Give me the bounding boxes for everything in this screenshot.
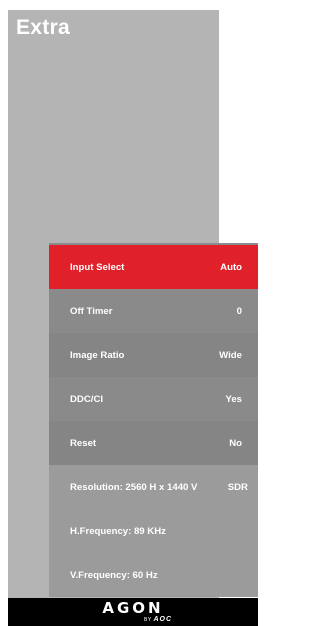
menu-item-value: Yes (225, 393, 242, 405)
menu-item-image-ratio[interactable]: Image Ratio Wide (49, 333, 258, 377)
menu-item-value: No (229, 437, 242, 449)
menu-item-label: Off Timer (70, 305, 113, 317)
aoc-text: AOC (153, 616, 173, 623)
info-label: H.Frequency: 89 KHz (70, 525, 166, 537)
agon-logo: AGON (102, 599, 164, 617)
menu-item-input-select[interactable]: Input Select Auto (49, 245, 258, 289)
brand-footer: AGON BY AOC (8, 598, 258, 626)
info-value: SDR (227, 481, 248, 493)
info-label: Resolution: 2560 H x 1440 V (70, 481, 198, 493)
menu-item-value: Wide (219, 349, 242, 361)
panel-title: Extra (16, 16, 71, 39)
menu-item-label: Reset (70, 437, 97, 449)
info-v-frequency: V.Frequency: 60 Hz (49, 553, 258, 597)
by-text: BY (144, 617, 152, 623)
menu-item-value: 0 (236, 305, 242, 317)
menu-item-off-timer[interactable]: Off Timer 0 (49, 289, 258, 333)
menu-item-label: Image Ratio (70, 349, 125, 361)
menu-item-ddc-ci[interactable]: DDC/CI Yes (49, 377, 258, 421)
menu-item-label: DDC/CI (70, 393, 104, 405)
info-label: V.Frequency: 60 Hz (70, 569, 158, 581)
menu-item-reset[interactable]: Reset No (49, 421, 258, 465)
menu-item-value: Auto (220, 261, 242, 273)
extra-menu: Input Select Auto Off Timer 0 Image Rati… (49, 243, 258, 597)
menu-item-label: Input Select (70, 261, 125, 273)
info-resolution: Resolution: 2560 H x 1440 V SDR (49, 465, 258, 509)
aoc-logo: BY AOC (144, 616, 172, 623)
info-h-frequency: H.Frequency: 89 KHz (49, 509, 258, 553)
